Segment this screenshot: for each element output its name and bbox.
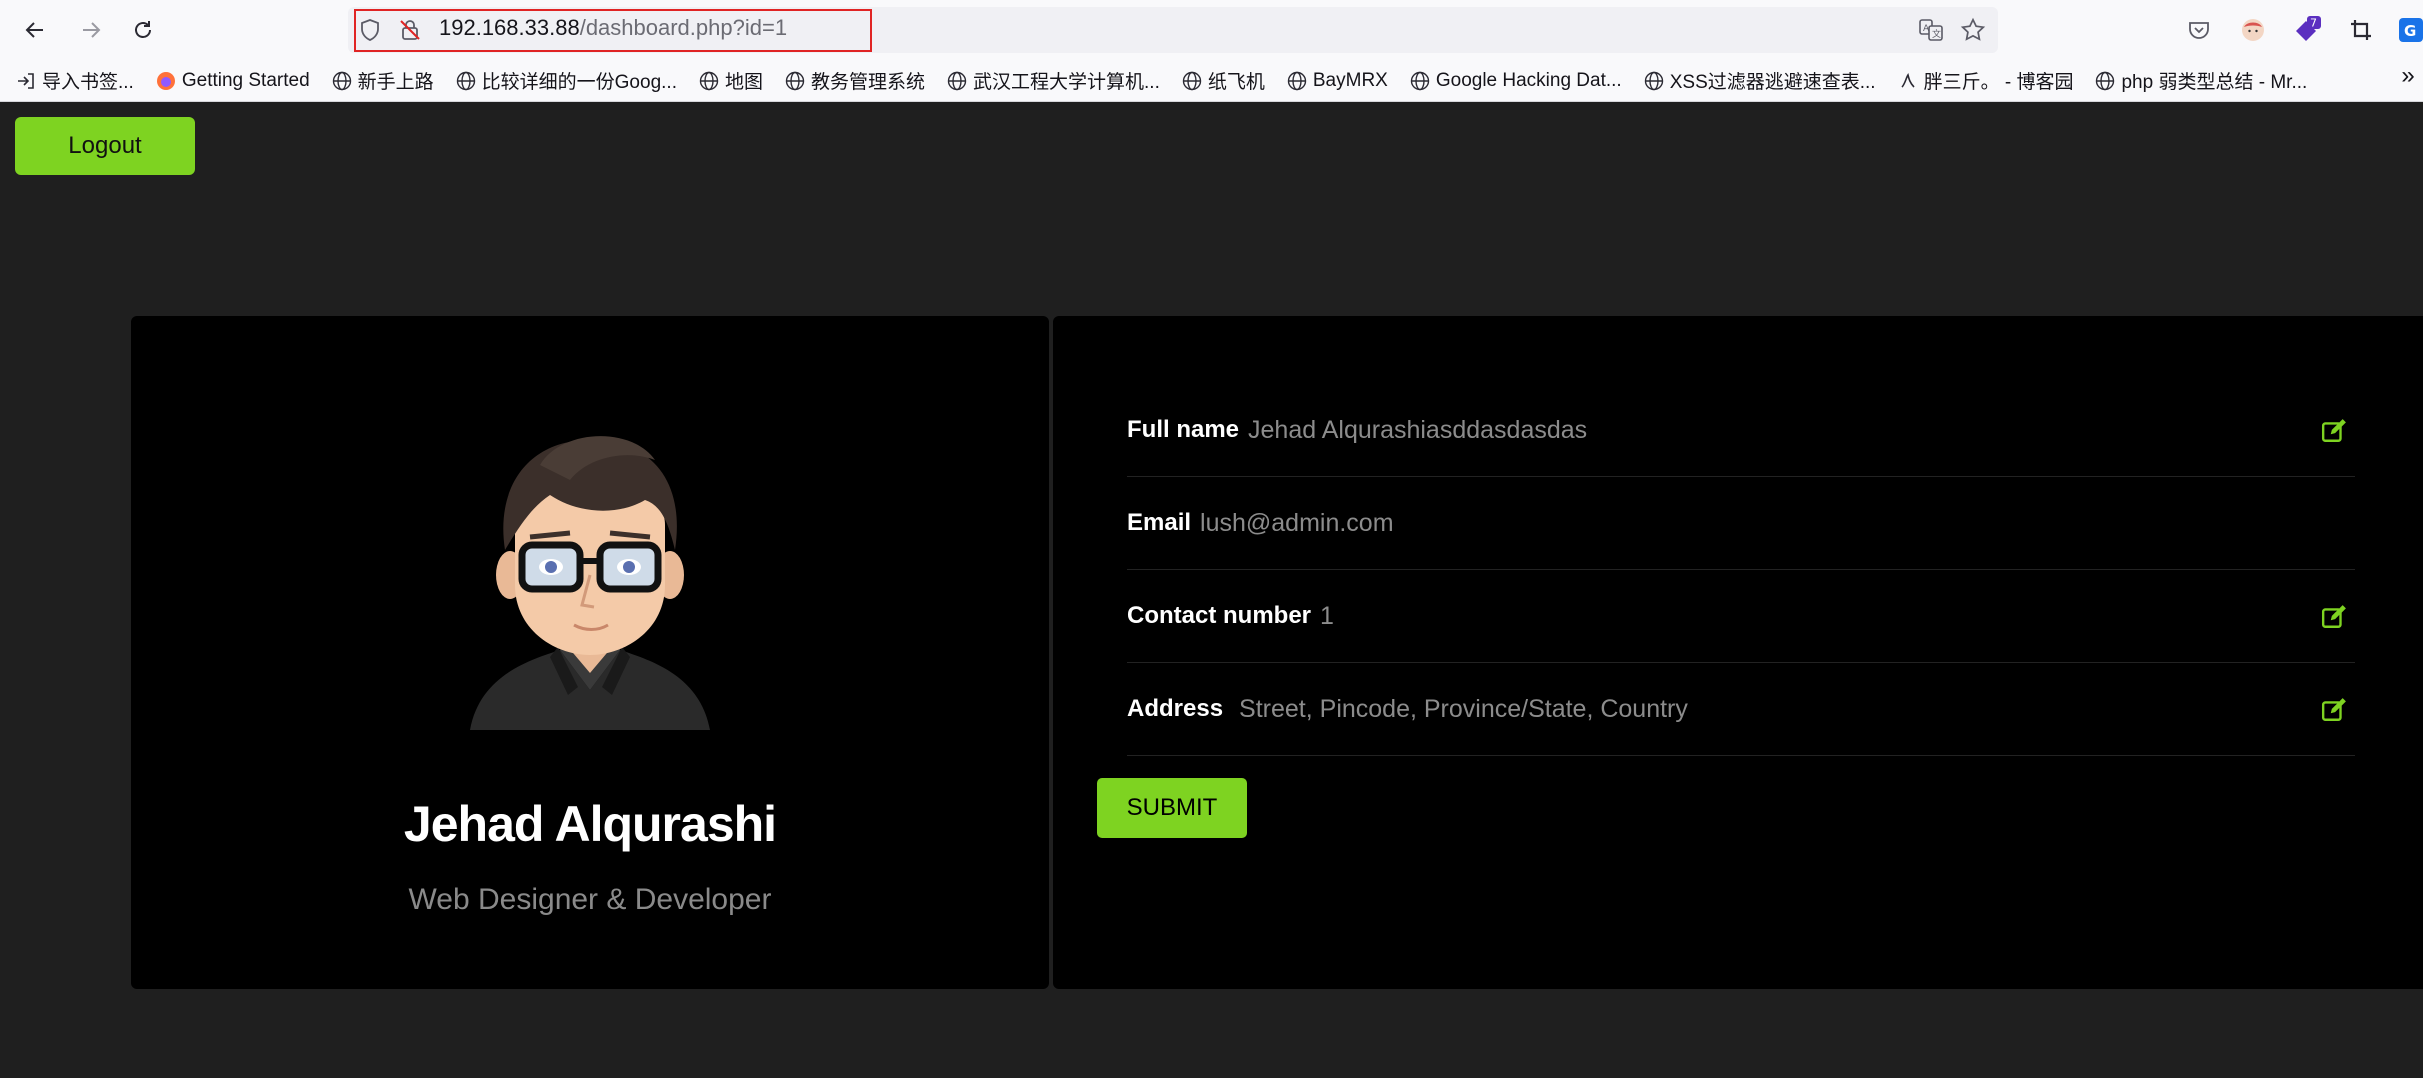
field-label: Contact number: [1127, 602, 1312, 629]
field-label: Full name: [1127, 416, 1240, 443]
globe-icon: [699, 71, 719, 90]
blog-icon: [1900, 72, 1915, 88]
browser-toolbar: 192.168.33.88/dashboard.php?id=1 A文 7 G: [0, 0, 2423, 60]
bookmark-star-icon[interactable]: [1958, 15, 1988, 45]
field-value[interactable]: Jehad Alqurashiasddasdasdas: [1248, 416, 1587, 445]
bookmark-label: XSS过滤器逃避速查表...: [1669, 72, 1876, 93]
field-row-full-name: Full name Jehad Alqurashiasddasdasdas: [1127, 384, 2355, 477]
edit-icon[interactable]: [2321, 697, 2347, 723]
field-row-email: Email lush@admin.com: [1127, 477, 2355, 570]
globe-icon: [1644, 71, 1663, 90]
svg-text:G: G: [2404, 22, 2416, 40]
bookmark-item[interactable]: 教务管理系统: [785, 67, 925, 94]
bookmark-item[interactable]: XSS过滤器逃避速查表...: [1644, 67, 1876, 94]
bookmark-label: Google Hacking Dat...: [1435, 69, 1622, 91]
edit-icon[interactable]: [2321, 604, 2347, 630]
bookmark-label: 教务管理系统: [811, 72, 926, 93]
crop-icon[interactable]: [2346, 15, 2376, 45]
bookmark-label: Getting Started: [181, 69, 310, 91]
svg-text:文: 文: [1932, 28, 1941, 40]
globe-icon: [1287, 71, 1307, 90]
edit-icon[interactable]: [2321, 418, 2347, 444]
bookmarks-bar: 导入书签... Getting Started 新手上路 比较详细的一份Goog…: [0, 60, 2423, 102]
field-value[interactable]: Street, Pincode, Province/State, Country: [1239, 695, 1688, 724]
profile-name: Jehad Alqurashi: [403, 796, 777, 852]
globe-icon: [1410, 71, 1430, 90]
translate-extension-icon[interactable]: G: [2396, 15, 2423, 45]
globe-icon: [785, 71, 805, 90]
bookmark-import[interactable]: 导入书签...: [16, 67, 134, 94]
field-label: Address: [1127, 695, 1224, 722]
avatar: [470, 436, 710, 730]
field-row-address: Address Street, Pincode, Province/State,…: [1127, 663, 2355, 756]
bookmark-item[interactable]: 地图: [699, 67, 763, 94]
globe-icon: [2096, 71, 2115, 90]
bookmark-item[interactable]: 纸飞机: [1182, 67, 1265, 94]
bookmark-item[interactable]: BayMRX: [1287, 70, 1388, 92]
globe-icon: [1182, 71, 1202, 90]
bookmark-label: 比较详细的一份Goog...: [481, 72, 677, 93]
field-label: Email: [1127, 509, 1192, 536]
bookmark-item[interactable]: 新手上路: [332, 67, 434, 94]
bookmark-item[interactable]: php 弱类型总结 - Mr...: [2095, 67, 2307, 94]
bookmark-label: 新手上路: [357, 72, 434, 93]
back-arrow-icon[interactable]: [12, 12, 58, 48]
bookmark-label: BayMRX: [1312, 69, 1388, 91]
submit-button[interactable]: SUBMIT: [1097, 778, 1247, 838]
extension-icon[interactable]: 7: [2292, 15, 2322, 45]
import-icon: [18, 72, 34, 89]
bookmark-label: 武汉工程大学计算机...: [973, 72, 1160, 93]
bookmark-label: php 弱类型总结 - Mr...: [2121, 72, 2308, 93]
bookmark-item[interactable]: Google Hacking Dat...: [1410, 70, 1622, 92]
bookmark-item[interactable]: 比较详细的一份Goog...: [456, 67, 677, 94]
bookmark-getting-started[interactable]: Getting Started: [156, 70, 310, 92]
globe-icon: [456, 71, 475, 90]
bookmark-label: 导入书签...: [42, 72, 134, 93]
profile-role: Web Designer & Developer: [408, 883, 772, 916]
field-value: lush@admin.com: [1200, 508, 1394, 537]
svg-text:A: A: [1923, 24, 1930, 34]
logout-button[interactable]: Logout: [15, 117, 195, 175]
bookmark-label: 地图: [724, 72, 763, 93]
field-value[interactable]: 1: [1320, 602, 1334, 631]
bookmark-label: 胖三斤。 - 博客园: [1923, 72, 2074, 93]
bookmark-label: 纸飞机: [1207, 72, 1265, 93]
extension-badge: 7: [2310, 17, 2317, 30]
globe-icon: [947, 71, 967, 90]
firefox-icon: [156, 71, 175, 90]
globe-icon: [332, 71, 351, 90]
profile-avatar-icon[interactable]: [2238, 15, 2268, 45]
bookmarks-overflow-chevron-icon[interactable]: »: [2393, 62, 2423, 90]
field-row-contact-number: Contact number 1: [1127, 570, 2355, 663]
url-highlight-box: [354, 9, 872, 52]
bookmark-item[interactable]: 胖三斤。 - 博客园: [1898, 67, 2074, 94]
pocket-icon[interactable]: [2184, 15, 2214, 45]
forward-arrow-icon[interactable]: [68, 12, 114, 48]
translate-icon[interactable]: A文: [1916, 15, 1946, 45]
bookmark-item[interactable]: 武汉工程大学计算机...: [947, 67, 1160, 94]
reload-icon[interactable]: [120, 12, 166, 48]
